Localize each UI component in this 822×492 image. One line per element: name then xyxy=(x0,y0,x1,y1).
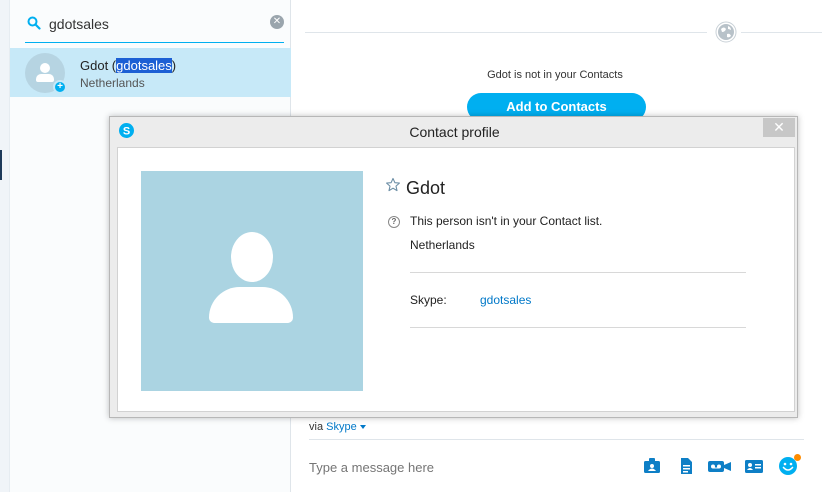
message-input[interactable] xyxy=(309,457,629,477)
clear-icon[interactable]: ✕ xyxy=(270,15,284,29)
divider xyxy=(410,272,746,273)
search-input[interactable] xyxy=(49,12,249,36)
contact-status-text: This person isn't in your Contact list. xyxy=(410,214,603,228)
left-edge xyxy=(0,0,10,492)
close-button[interactable]: ✕ xyxy=(763,118,795,137)
result-username: gdotsales xyxy=(116,58,172,73)
contact-card-icon[interactable] xyxy=(744,457,764,475)
result-display-name: Gdot xyxy=(80,58,109,73)
result-country: Netherlands xyxy=(80,76,145,90)
profile-picture xyxy=(141,171,363,391)
skype-name-label: Skype: xyxy=(410,293,447,307)
skype-window: ✕ + Gdot (gdotsales) Netherlands Gdot is… xyxy=(0,0,822,492)
via-selector[interactable]: via Skype xyxy=(309,421,366,433)
share-contact-icon[interactable] xyxy=(643,457,663,475)
notification-dot xyxy=(794,454,801,461)
file-icon[interactable] xyxy=(676,457,696,475)
avatar-body xyxy=(36,74,54,82)
avatar-head xyxy=(40,63,50,73)
not-in-contacts-text: Gdot is not in your Contacts xyxy=(487,69,623,81)
left-edge-marker xyxy=(0,150,2,180)
result-close-paren: ) xyxy=(171,58,177,73)
profile-picture-head xyxy=(231,232,273,282)
search-result-item[interactable]: + Gdot (gdotsales) Netherlands xyxy=(10,48,291,97)
header-divider-right xyxy=(741,32,822,33)
video-message-icon[interactable] xyxy=(707,457,733,475)
profile-picture-body xyxy=(209,287,293,323)
contact-profile-dialog: S Contact profile ✕ Gdot ? This person i… xyxy=(109,116,798,418)
globe-icon[interactable] xyxy=(715,21,737,43)
dialog-title: Contact profile xyxy=(409,124,500,140)
search-bar: ✕ xyxy=(25,10,284,43)
result-open-paren: ( xyxy=(108,58,117,73)
chevron-down-icon xyxy=(359,425,366,429)
search-icon xyxy=(27,16,41,30)
profile-name: Gdot xyxy=(406,178,446,198)
star-icon[interactable] xyxy=(385,177,401,193)
profile-content: Gdot ? This person isn't in your Contact… xyxy=(117,147,795,412)
profile-country: Netherlands xyxy=(410,238,475,252)
add-contact-badge-icon: + xyxy=(53,80,67,94)
header-divider xyxy=(305,32,707,33)
question-icon: ? xyxy=(388,216,400,228)
result-name: Gdot (gdotsales) xyxy=(80,58,176,73)
compose-divider xyxy=(309,439,804,440)
skype-name-value[interactable]: gdotsales xyxy=(480,293,531,307)
divider xyxy=(410,327,746,328)
via-service[interactable]: Skype xyxy=(326,421,357,433)
via-label: via xyxy=(309,421,324,433)
